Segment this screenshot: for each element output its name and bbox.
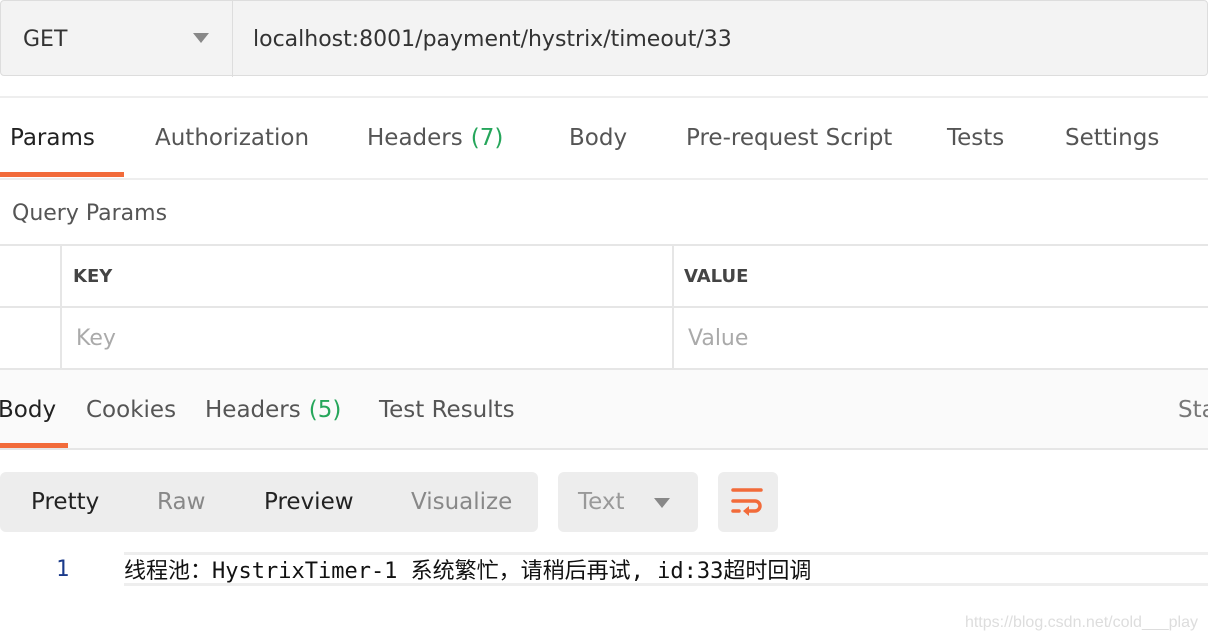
wrap-icon	[731, 488, 763, 516]
key-input[interactable]: Key	[76, 308, 116, 368]
tab-test-results[interactable]: Test Results	[379, 370, 515, 450]
mode-raw[interactable]: Raw	[157, 472, 205, 532]
tab-tests[interactable]: Tests	[947, 98, 1004, 178]
divider	[60, 244, 62, 370]
tab-label: Authorization	[155, 125, 310, 151]
tab-label: Body	[569, 125, 628, 151]
active-tab-indicator	[0, 172, 124, 177]
value-input[interactable]: Value	[688, 308, 748, 368]
view-mode-group: Pretty Raw Preview Visualize	[0, 472, 538, 532]
method-select[interactable]: GET	[1, 1, 233, 77]
tab-cookies[interactable]: Cookies	[86, 370, 176, 450]
tab-label: Tests	[947, 125, 1005, 151]
line-number: 1	[56, 556, 70, 582]
status-label: Sta	[1178, 397, 1208, 423]
tab-headers[interactable]: Headers (7)	[367, 98, 503, 178]
headers-count: (5)	[308, 397, 342, 423]
tab-label: Pre-request Script	[686, 125, 893, 151]
divider	[0, 178, 1208, 180]
tab-params[interactable]: Params	[10, 98, 95, 178]
mode-visualize[interactable]: Visualize	[411, 472, 512, 532]
divider	[0, 306, 1208, 308]
headers-count: (7)	[470, 125, 504, 151]
divider	[672, 244, 674, 370]
method-label: GET	[23, 26, 68, 52]
response-tabs: Body Cookies Headers (5) Test Results Sta	[0, 370, 1208, 450]
tab-label: Params	[10, 125, 95, 151]
tab-body[interactable]: Body	[569, 98, 627, 178]
format-label: Text	[578, 489, 625, 515]
column-header-key: KEY	[73, 265, 113, 287]
chevron-down-icon	[193, 33, 209, 43]
tab-settings[interactable]: Settings	[1065, 98, 1159, 178]
tab-label: Headers	[367, 125, 463, 151]
mode-pretty[interactable]: Pretty	[31, 472, 99, 532]
wrap-lines-button[interactable]	[718, 472, 778, 532]
active-tab-indicator	[0, 443, 68, 448]
tab-label: Headers	[205, 397, 301, 423]
tab-label: Settings	[1065, 125, 1160, 151]
tab-response-body[interactable]: Body	[0, 370, 56, 450]
tab-response-headers[interactable]: Headers (5)	[205, 370, 341, 450]
url-bar: GET localhost:8001/payment/hystrix/timeo…	[0, 0, 1208, 77]
tab-authorization[interactable]: Authorization	[155, 98, 309, 178]
url-input[interactable]: localhost:8001/payment/hystrix/timeout/3…	[253, 1, 732, 77]
chevron-down-icon	[654, 498, 670, 508]
query-params-title: Query Params	[12, 200, 168, 226]
format-select[interactable]: Text	[558, 472, 698, 532]
divider	[0, 244, 1208, 246]
watermark: https://blog.csdn.net/cold___play	[964, 614, 1198, 631]
response-body-line: 线程池：HystrixTimer-1 系统繁忙，请稍后再试, id:33超时回调	[124, 552, 1208, 586]
mode-preview[interactable]: Preview	[264, 472, 354, 532]
column-header-value: VALUE	[684, 265, 749, 287]
tab-pre-request-script[interactable]: Pre-request Script	[686, 98, 892, 178]
